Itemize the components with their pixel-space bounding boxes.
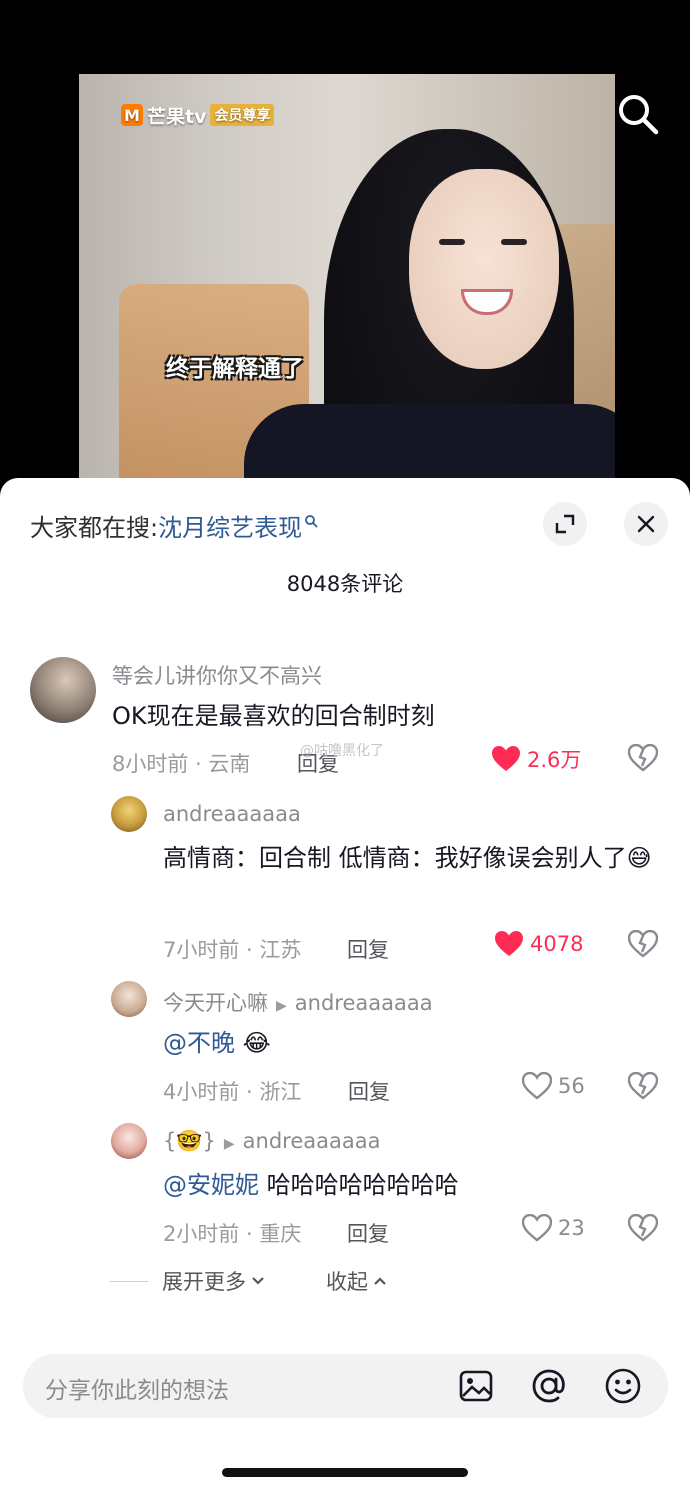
heart-icon xyxy=(522,1072,552,1100)
avatar[interactable] xyxy=(111,1123,147,1159)
hot-search-term[interactable]: 沈月综艺表现 xyxy=(158,508,302,543)
comment-text-line: @安妮妮 哈哈哈哈哈哈哈哈 xyxy=(163,1163,459,1207)
magnifier-small-icon xyxy=(305,514,318,527)
heart-icon xyxy=(495,931,523,956)
comment-username[interactable]: {🤓} xyxy=(163,1129,216,1153)
comment-text: 哈哈哈哈哈哈哈哈 xyxy=(266,1171,459,1199)
logo-badge: 会员尊享 xyxy=(210,104,275,126)
comment-text: 高情商：回合制 低情商：我好像误会别人了😅 xyxy=(163,844,652,872)
avatar[interactable] xyxy=(111,796,147,832)
video-person-eye xyxy=(439,239,465,245)
mention-button[interactable] xyxy=(530,1367,568,1409)
like-button[interactable]: 4078 xyxy=(494,930,583,958)
comment-count-title: 8048条评论 xyxy=(286,572,404,596)
dislike-icon xyxy=(627,929,659,958)
like-count: 56 xyxy=(558,1074,585,1098)
expand-more-button[interactable]: 展开更多 xyxy=(162,1266,266,1296)
video-person-shirt xyxy=(244,404,615,484)
like-button[interactable]: 56 xyxy=(522,1072,585,1100)
reply-button[interactable]: 回复 xyxy=(347,1218,389,1248)
dislike-icon xyxy=(627,1213,659,1242)
collapse-button[interactable]: 收起 xyxy=(326,1266,388,1296)
close-icon xyxy=(637,515,655,533)
dislike-button[interactable] xyxy=(627,929,659,962)
mango-tv-logo: M 芒果tv 会员尊享 xyxy=(115,102,280,128)
at-icon xyxy=(532,1369,565,1403)
video-person-smile xyxy=(461,289,513,315)
reply-button[interactable]: 回复 xyxy=(347,934,389,964)
dislike-icon xyxy=(627,743,659,772)
comment-sheet: 大家都在搜: 沈月综艺表现 8048条评论 等会儿讲你你又不高兴 OK现在是最喜… xyxy=(0,478,690,1494)
hot-search-bar[interactable]: 大家都在搜: 沈月综艺表现 xyxy=(30,508,318,543)
chevron-up-icon xyxy=(374,1277,386,1285)
collapse-label: 收起 xyxy=(326,1270,368,1294)
video-player[interactable] xyxy=(79,74,615,484)
reply-button[interactable]: 回复 xyxy=(348,1076,390,1106)
comment-username[interactable]: andreaaaaaa xyxy=(163,802,301,826)
comment-username-line: {🤓} ▶ andreaaaaaa xyxy=(163,1129,380,1154)
search-icon xyxy=(619,95,659,135)
dislike-button[interactable] xyxy=(627,1071,659,1104)
mention-link[interactable]: @安妮妮 xyxy=(163,1171,259,1199)
reply-arrow-icon: ▶ xyxy=(223,1136,235,1152)
comment-text: OK现在是最喜欢的回合制时刻 xyxy=(112,702,435,730)
thread-controls: 展开更多 收起 xyxy=(110,1266,388,1296)
like-button[interactable]: 23 xyxy=(522,1214,585,1242)
image-icon xyxy=(459,1370,493,1402)
like-button[interactable]: 2.6万 xyxy=(491,744,581,774)
avatar[interactable] xyxy=(111,981,147,1017)
chevron-down-icon xyxy=(252,1277,264,1285)
heart-icon xyxy=(522,1214,552,1242)
comment-text-line: @不晚 😂 xyxy=(163,1021,271,1065)
divider xyxy=(110,1280,148,1282)
like-count: 2.6万 xyxy=(527,748,582,772)
dislike-button[interactable] xyxy=(627,743,659,776)
heart-icon xyxy=(492,746,520,771)
comment-username[interactable]: 今天开心嘛 xyxy=(163,991,268,1015)
expand-icon xyxy=(555,514,575,534)
close-button[interactable] xyxy=(624,502,668,546)
reply-arrow-icon: ▶ xyxy=(276,998,287,1014)
emoji-button[interactable] xyxy=(604,1367,642,1409)
expand-button[interactable] xyxy=(543,502,587,546)
comment-meta: 7小时前 · 江苏 xyxy=(163,938,302,962)
like-count: 4078 xyxy=(530,932,584,956)
comment-meta: 4小时前 · 浙江 xyxy=(163,1080,302,1104)
dislike-button[interactable] xyxy=(627,1213,659,1246)
comment-meta: 8小时前 · 云南 xyxy=(112,752,251,776)
video-person-eye xyxy=(501,239,527,245)
hot-search-prefix: 大家都在搜: xyxy=(30,514,159,542)
dislike-icon xyxy=(627,1071,659,1100)
home-indicator[interactable] xyxy=(222,1468,468,1477)
like-count: 23 xyxy=(558,1216,585,1240)
comment-meta: 2小时前 · 重庆 xyxy=(163,1222,302,1246)
comment-username-line: 今天开心嘛 ▶ andreaaaaaa xyxy=(163,987,433,1017)
logo-text: 芒果tv xyxy=(147,105,207,128)
video-subtitle: 终于解释通了 xyxy=(166,356,304,382)
image-button[interactable] xyxy=(457,1367,495,1409)
emoji-icon xyxy=(605,1368,641,1404)
comment-text: 😂 xyxy=(242,1029,271,1057)
comment-username[interactable]: 等会儿讲你你又不高兴 xyxy=(112,660,322,690)
reply-to-username[interactable]: andreaaaaaa xyxy=(295,991,433,1015)
comment-input-bar[interactable]: 分享你此刻的想法 xyxy=(23,1354,668,1418)
expand-more-label: 展开更多 xyxy=(162,1270,246,1294)
avatar[interactable] xyxy=(30,657,96,723)
reply-to-username[interactable]: andreaaaaaa xyxy=(243,1129,381,1153)
mango-m-icon: M xyxy=(121,104,143,126)
watermark: @咕噜黑化了 xyxy=(300,743,384,759)
search-button[interactable] xyxy=(616,92,660,136)
mention-link[interactable]: @不晚 xyxy=(163,1029,235,1057)
comment-input[interactable]: 分享你此刻的想法 xyxy=(45,1371,229,1405)
video-person-face xyxy=(409,169,559,369)
